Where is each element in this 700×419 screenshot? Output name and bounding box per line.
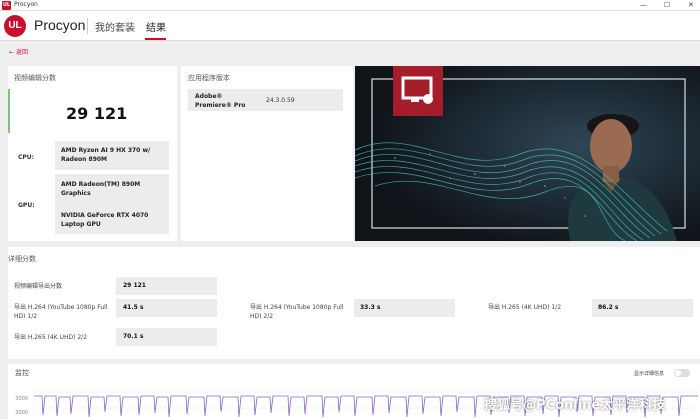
window-title: Procyon [14,1,38,8]
app-version-value: 24.3.0.59 [266,97,295,104]
detail-item-value: 70.1 s [123,333,144,340]
monitoring-title: 监控 [15,369,29,377]
detail-item-value: 86.2 s [598,304,619,311]
tab-results[interactable]: 结果 [146,19,166,34]
nav-divider [87,18,88,34]
score-section-title: 视频编辑分数 [14,74,56,82]
app-name-value: Adobe® Premiere® Pro [195,93,246,109]
back-link[interactable]: ← 返回 [9,47,28,56]
score-indicator-bar [8,89,10,133]
detail-item-label: 导出 H.264 (YouTube 1080p Full HD) 1/2 [14,304,108,320]
gpu-value-1: AMD Radeon(TM) 890M Graphics [61,181,141,197]
detailed-scores-title: 详细分数 [8,255,36,263]
close-button[interactable]: ✕ [688,1,694,9]
gpu-value-2: NVIDIA GeForce RTX 4070 Laptop GPU [61,212,149,228]
detail-item-value: 33.3 s [360,304,381,311]
active-tab-indicator [145,38,166,40]
graph-y-label: 3000 [15,396,28,402]
detail-item-label: 导出 H.265 (4K UHD) 2/2 [14,334,88,341]
graph-y-label: 2000 [15,410,28,416]
app-name: Procyon [34,17,86,33]
export-score-value: 29 121 [123,282,146,289]
watermark-text: 搜狐号@PConline太平洋科技 [484,398,666,413]
app-version-title: 应用程序版本 [188,74,230,82]
minimize-button[interactable]: — [640,1,647,9]
detail-item-label: 导出 H.265 (4K UHD) 1/2 [488,304,562,311]
app-logo-icon: UL [2,1,11,10]
detail-item-value: 41.5 s [123,304,144,311]
overall-score: 29 121 [66,104,128,123]
detail-item-label: 导出 H.264 (YouTube 1080p Full HD) 2/2 [250,304,344,320]
cpu-value: AMD Ryzen AI 9 HX 370 w/ Radeon 890M [61,147,151,163]
show-details-label: 显示详细信息 [634,371,665,377]
cpu-label: CPU: [18,154,35,161]
ul-logo: UL [4,15,26,37]
tab-my-suites[interactable]: 我的套装 [95,19,135,34]
gpu-label: GPU: [18,202,35,209]
arrow-left-icon: ← [9,49,15,56]
video-editing-icon [393,66,443,116]
app-header: UL Procyon 我的套装 结果 [0,11,700,41]
maximize-button[interactable]: ☐ [664,1,670,9]
window-titlebar: UL Procyon — ☐ ✕ [0,0,700,11]
back-label: 返回 [15,49,28,56]
export-score-label: 视频编辑导出分数 [14,283,63,290]
show-details-toggle[interactable] [674,369,690,377]
